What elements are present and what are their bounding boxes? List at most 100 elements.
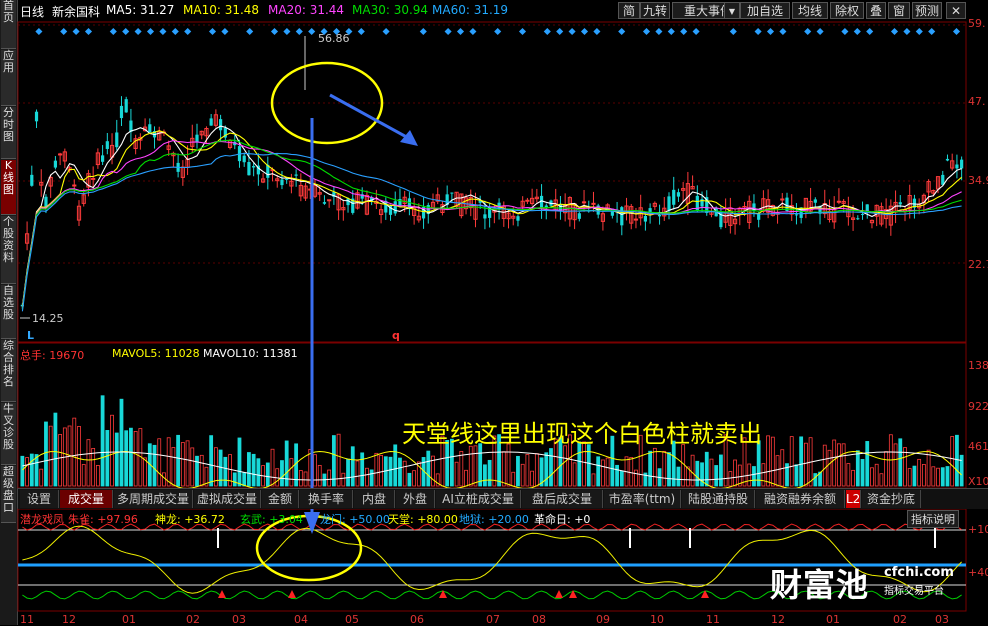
tab-1[interactable]: 成交量 bbox=[60, 490, 113, 508]
volume-bar bbox=[49, 426, 52, 486]
indicator-name[interactable]: 潜龙戏凤 bbox=[20, 511, 64, 527]
tab-13[interactable]: L2 bbox=[846, 490, 861, 508]
event-marker bbox=[184, 28, 191, 35]
volume-bar bbox=[92, 448, 95, 486]
marker-q: q bbox=[392, 329, 400, 342]
event-marker bbox=[85, 28, 92, 35]
ma10-line bbox=[22, 131, 961, 308]
buy-arrow bbox=[555, 590, 563, 598]
volume-bar bbox=[550, 449, 553, 486]
volume-bar bbox=[318, 465, 321, 486]
volume-bar bbox=[200, 455, 203, 486]
event-marker bbox=[221, 28, 228, 35]
volume-bar bbox=[677, 467, 680, 486]
volume-bar bbox=[271, 449, 274, 486]
event-marker bbox=[569, 28, 576, 35]
volume-bar bbox=[842, 444, 845, 486]
volume-bar bbox=[280, 461, 283, 486]
volume-bar bbox=[233, 473, 236, 486]
date-axis-label: 05 bbox=[345, 613, 359, 626]
volume-bar bbox=[488, 460, 491, 486]
volume-bar bbox=[252, 454, 255, 486]
candle-body bbox=[837, 201, 840, 202]
indicator-help-button[interactable]: 指标说明 bbox=[907, 510, 959, 528]
tab-12[interactable]: 融资融券余额 bbox=[756, 490, 845, 508]
event-marker bbox=[172, 28, 179, 35]
candle-body bbox=[35, 112, 38, 122]
tab-5[interactable]: 换手率 bbox=[300, 490, 353, 508]
volume-bar bbox=[134, 431, 137, 486]
volume-bar bbox=[875, 464, 878, 486]
tab-11[interactable]: 陆股通持股 bbox=[682, 490, 755, 508]
volume-bar bbox=[40, 469, 43, 486]
candle-body bbox=[328, 200, 331, 201]
volume-bar bbox=[465, 470, 468, 486]
volume-bar bbox=[44, 422, 47, 486]
candle-body bbox=[106, 141, 109, 149]
date-axis-label: 03 bbox=[935, 613, 949, 626]
volume-bar bbox=[342, 473, 345, 486]
volume-bar bbox=[870, 468, 873, 486]
volume-bar bbox=[186, 441, 189, 486]
tab-2[interactable]: 多周期成交量 bbox=[114, 490, 193, 508]
price-axis-label: 34.9 bbox=[968, 174, 988, 187]
kline-chart[interactable] bbox=[0, 0, 988, 625]
event-marker bbox=[296, 28, 303, 35]
volume-bar bbox=[87, 440, 90, 486]
diyu-value: 地狱: +20.00 bbox=[459, 511, 529, 527]
volume-bar bbox=[314, 455, 317, 486]
event-marker bbox=[35, 28, 42, 35]
buy-arrow bbox=[288, 590, 296, 598]
candle-body bbox=[526, 200, 529, 201]
volume-bar bbox=[955, 435, 958, 486]
tab-0[interactable]: 设置 bbox=[20, 490, 59, 508]
candle-body bbox=[946, 159, 949, 161]
volume-bar bbox=[469, 446, 472, 486]
candle-body bbox=[148, 124, 151, 132]
watermark-logo: 财富池 bbox=[770, 560, 869, 606]
price-axis-label: 59. bbox=[968, 17, 986, 30]
event-marker bbox=[556, 28, 563, 35]
volume-bar bbox=[866, 441, 869, 486]
date-axis-label: 04 bbox=[294, 613, 308, 626]
candle-body bbox=[516, 216, 519, 220]
event-marker bbox=[209, 28, 216, 35]
volume-bar bbox=[266, 463, 269, 486]
event-marker bbox=[420, 28, 427, 35]
tab-14[interactable]: 资金抄底 bbox=[862, 490, 921, 508]
volume-bar bbox=[96, 465, 99, 486]
event-marker bbox=[283, 28, 290, 35]
candle-body bbox=[672, 190, 675, 205]
volume-bar bbox=[356, 461, 359, 486]
ma60-line bbox=[22, 153, 961, 311]
event-marker bbox=[891, 28, 898, 35]
volume-bar bbox=[545, 453, 548, 486]
volume-bar bbox=[573, 463, 576, 486]
tab-7[interactable]: 外盘 bbox=[396, 490, 435, 508]
event-marker bbox=[841, 28, 848, 35]
event-marker bbox=[457, 28, 464, 35]
event-marker bbox=[122, 28, 129, 35]
candle-body bbox=[861, 214, 864, 215]
event-marker bbox=[593, 28, 600, 35]
tab-4[interactable]: 金额 bbox=[262, 490, 299, 508]
volume-bar bbox=[908, 469, 911, 486]
volume-bar bbox=[922, 464, 925, 486]
date-axis-label: 11 bbox=[706, 613, 720, 626]
volume-bar bbox=[880, 474, 883, 486]
tab-6[interactable]: 内盘 bbox=[354, 490, 395, 508]
tab-8[interactable]: AI立桩成交量 bbox=[436, 490, 521, 508]
tab-3[interactable]: 虚拟成交量 bbox=[194, 490, 261, 508]
volume-bar bbox=[606, 458, 609, 486]
volume-bar bbox=[847, 464, 850, 486]
volume-bar bbox=[413, 471, 416, 486]
volume-bar bbox=[941, 468, 944, 486]
tab-10[interactable]: 市盈率(ttm) bbox=[604, 490, 681, 508]
candle-body bbox=[667, 196, 670, 210]
candle-body bbox=[252, 166, 255, 167]
volume-bar bbox=[852, 470, 855, 486]
annotation-text: 天堂线这里出现这个白色柱就卖出 bbox=[402, 414, 762, 449]
event-marker bbox=[668, 28, 675, 35]
tab-9[interactable]: 盘后成交量 bbox=[522, 490, 603, 508]
candle-body bbox=[59, 154, 62, 155]
